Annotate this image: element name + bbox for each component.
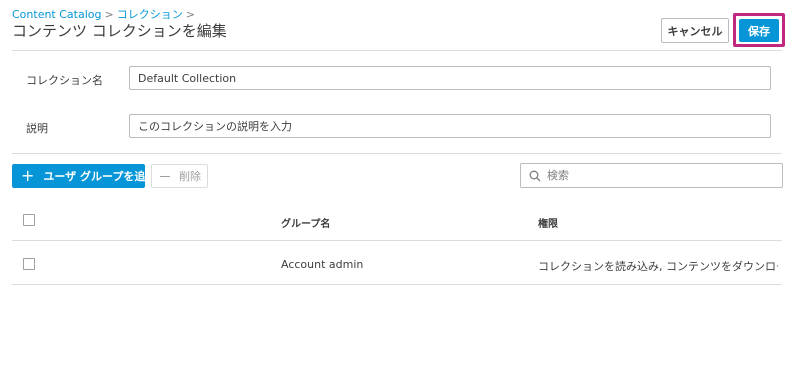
add-user-group-label: ユーザ グループを追加 <box>43 170 157 183</box>
collection-name-input[interactable] <box>129 66 771 90</box>
save-button[interactable]: 保存 <box>739 19 779 42</box>
header-divider <box>12 50 782 51</box>
search-icon <box>529 170 541 181</box>
select-all-checkbox[interactable] <box>23 214 35 226</box>
collection-name-label: コレクション名 <box>26 74 103 87</box>
form-divider <box>12 153 782 154</box>
column-header-permissions[interactable]: 権限 <box>538 215 558 230</box>
cancel-button[interactable]: キャンセル <box>661 18 729 43</box>
minus-icon <box>160 175 170 177</box>
delete-button[interactable]: 削除 <box>151 164 208 188</box>
delete-label: 削除 <box>179 170 201 183</box>
description-label: 説明 <box>26 122 48 135</box>
page-title: コンテンツ コレクションを編集 <box>12 22 227 40</box>
plus-icon: + <box>21 166 35 185</box>
permissions-cell: コレクションを読み込み, コンテンツをダウンロード/... <box>538 260 778 273</box>
group-name-cell: Account admin <box>281 258 364 271</box>
add-user-group-button[interactable]: + ユーザ グループを追加 <box>12 164 156 188</box>
description-input[interactable] <box>129 114 771 138</box>
column-header-group-name[interactable]: グループ名 <box>281 215 330 230</box>
search-box[interactable] <box>520 163 783 188</box>
table-row-divider <box>12 284 782 285</box>
search-input[interactable] <box>547 169 767 182</box>
row-checkbox[interactable] <box>23 258 35 270</box>
table-header-divider <box>12 240 782 241</box>
